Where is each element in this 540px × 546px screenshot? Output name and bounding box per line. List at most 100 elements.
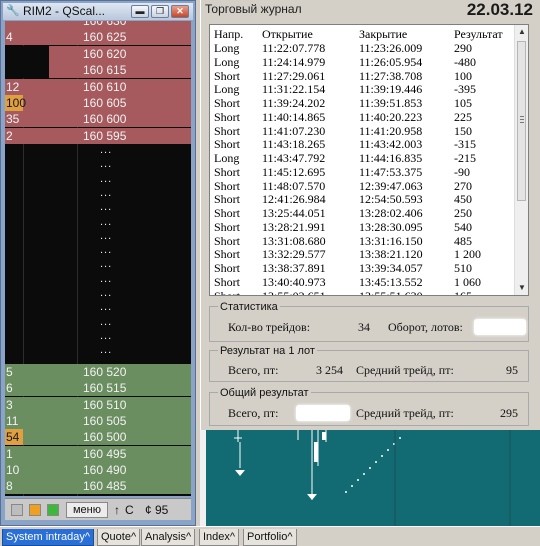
trade-row[interactable]: Short 13:28:21.991 13:28:30.095 540	[210, 220, 515, 234]
trade-row[interactable]: Short 13:31:08.680 13:31:16.150 485	[210, 234, 515, 248]
column-header[interactable]: Напр.	[214, 27, 243, 41]
trade-row[interactable]: Short 11:39:24.202 11:39:51.853 105	[210, 96, 515, 110]
ladder-row[interactable]: 2 160 595	[5, 127, 191, 144]
scroll-thumb[interactable]	[517, 41, 526, 201]
ladder-row[interactable]: 12 160 610	[5, 78, 191, 95]
trade-row[interactable]: Short 13:25:44.051 13:28:02.406 250	[210, 206, 515, 220]
trade-cell: 13:40:40.973	[262, 274, 326, 289]
restore-button[interactable]: ❐	[151, 5, 169, 18]
trade-cell: 13:25:44.051	[262, 206, 326, 220]
trade-row[interactable]: Short 13:38:37.891 13:39:34.057 510	[210, 261, 515, 275]
trade-row[interactable]: Long 11:22:07.778 11:23:26.009 290	[210, 41, 515, 55]
trade-cell: 13:55:02.651	[262, 288, 326, 296]
trade-cell: 1 060	[454, 274, 481, 289]
ladder-row[interactable]: 35 160 600	[5, 111, 191, 128]
ladder-price: 160 505	[83, 413, 127, 428]
ladder-row[interactable]: 6 160 515	[5, 380, 191, 397]
close-button[interactable]: ✕	[171, 5, 189, 18]
ladder-empty-level: ...	[100, 144, 113, 156]
tab-analysis[interactable]: Analysis^	[141, 529, 196, 546]
trade-row[interactable]: Short 13:55:02.651 13:55:51.630 165	[210, 288, 515, 296]
ladder-volume: 4	[6, 30, 13, 45]
trade-cell: 100	[454, 68, 472, 83]
trade-row[interactable]: Short 11:40:14.865 11:40:20.223 225	[210, 110, 515, 124]
trade-row[interactable]: Long 11:24:14.979 11:26:05.954 -480	[210, 55, 515, 69]
ladder-row[interactable]: 10 160 490	[5, 461, 191, 478]
trade-cell: -315	[454, 137, 476, 152]
ladder-empty-level: ...	[100, 158, 113, 171]
scalper-footer: меню ↑ C ¢ 95	[5, 498, 191, 520]
trade-cell: 450	[454, 192, 472, 207]
trade-row[interactable]: Short 11:41:07.230 11:41:20.958 150	[210, 124, 515, 138]
ladder-price: 160 600	[83, 112, 127, 127]
overall-total-hidden	[296, 405, 350, 421]
trade-cell: 250	[454, 206, 472, 220]
trade-cell: 13:28:02.406	[359, 206, 423, 220]
column-header[interactable]: Закрытие	[359, 27, 407, 41]
trade-cell: 11:27:38.708	[359, 68, 423, 83]
ladder-row[interactable]: 4 160 625	[5, 29, 191, 46]
minimize-button[interactable]: ▬	[131, 5, 149, 18]
trade-row[interactable]: Long 11:43:47.792 11:44:16.835 -215	[210, 151, 515, 165]
gray-square-icon[interactable]	[11, 504, 23, 516]
scroll-up-icon[interactable]: ▲	[515, 25, 528, 39]
trade-cell: 13:45:13.552	[359, 274, 423, 289]
ladder-volume: 3	[6, 397, 13, 412]
trades-scrollbar[interactable]: ▲ ▼	[514, 25, 528, 295]
tab-quote[interactable]: Quote^	[97, 529, 141, 546]
orange-square-icon[interactable]	[29, 504, 41, 516]
tab-portfolio[interactable]: Portfolio^	[243, 529, 297, 546]
trade-cell: Short	[214, 137, 241, 152]
ladder-price: 160 520	[83, 365, 127, 379]
ladder-row[interactable]: 11 160 505	[5, 412, 191, 429]
trade-cell: Short	[214, 192, 241, 207]
trade-cell: 150	[454, 123, 472, 138]
trade-row[interactable]: Short 11:45:12.695 11:47:53.375 -90	[210, 165, 515, 179]
ladder-volume: 35	[6, 112, 20, 127]
ladder-row[interactable]: 100 160 605	[5, 95, 191, 111]
trade-cell: -90	[454, 164, 470, 179]
ladder-row[interactable]: 5 160 520	[5, 364, 191, 380]
trade-cell: 225	[454, 109, 472, 124]
trade-cell: 105	[454, 96, 472, 110]
scalper-title: RIM2 - QScal...	[23, 4, 106, 18]
tab-system-intraday[interactable]: System intraday^	[2, 529, 95, 546]
column-header[interactable]: Результат	[454, 27, 503, 41]
menu-button[interactable]: меню	[66, 502, 108, 518]
trades-list[interactable]: Short 13:55:02.651 13:55:51.630 165 Short 13:…	[209, 24, 529, 296]
green-square-icon[interactable]	[47, 504, 59, 516]
ladder-row[interactable]: 8 160 485	[5, 478, 191, 495]
trade-row[interactable]: Short 13:40:40.973 13:45:13.552 1 060	[210, 275, 515, 289]
trade-cell: Short	[214, 288, 241, 296]
ladder-row[interactable]: 54 160 500	[5, 429, 191, 446]
ladder-price: 160 490	[83, 462, 127, 477]
trade-cell: 13:32:29.577	[262, 247, 326, 262]
trade-cell: 270	[454, 178, 472, 193]
trade-cell: 510	[454, 261, 472, 275]
trade-row[interactable]: Short 13:32:29.577 13:38:21.120 1 200	[210, 247, 515, 261]
ladder-row[interactable]: 1 160 495	[5, 445, 191, 462]
ladder-empty-level: ...	[100, 172, 113, 185]
trade-row[interactable]: Short 11:27:29.061 11:27:38.708 100	[210, 69, 515, 83]
trade-cell: Short	[214, 206, 241, 220]
trade-cell: Long	[214, 151, 240, 165]
trade-cell: 11:22:07.778	[262, 41, 326, 55]
ladder-price: 160 510	[83, 397, 127, 412]
trade-row[interactable]: Short 11:48:07.570 12:39:47.063 270	[210, 179, 515, 193]
ladder-row[interactable]: 160 630	[5, 21, 191, 29]
trade-row[interactable]: Short 11:43:18.265 11:43:42.003 -315	[210, 137, 515, 151]
ladder-row[interactable]: 160 615	[5, 62, 191, 79]
trade-row[interactable]: Long 11:31:22.154 11:39:19.446 -395	[210, 82, 515, 96]
overall-avg-label: Средний трейд, пт:	[356, 406, 454, 420]
ladder-row[interactable]: 3 160 510	[5, 396, 191, 413]
trade-cell: 11:24:14.979	[262, 54, 326, 69]
ladder-row[interactable]: 160 620	[5, 45, 191, 62]
tab-index[interactable]: Index^	[199, 529, 240, 546]
column-header[interactable]: Открытие	[262, 27, 313, 41]
trades-count-label: Кол-во трейдов:	[228, 320, 311, 334]
scroll-down-icon[interactable]: ▼	[515, 281, 528, 295]
price-ladder[interactable]: 160 630 4 160 625 160 620 160 615 12 160 610 10…	[5, 21, 191, 496]
trade-row[interactable]: Short 12:41:26.984 12:54:50.593 450	[210, 192, 515, 206]
trade-cell: 11:47:53.375	[359, 164, 423, 179]
scalper-titlebar[interactable]: 🔧 RIM2 - QScal... ▬ ❐ ✕	[3, 3, 193, 20]
